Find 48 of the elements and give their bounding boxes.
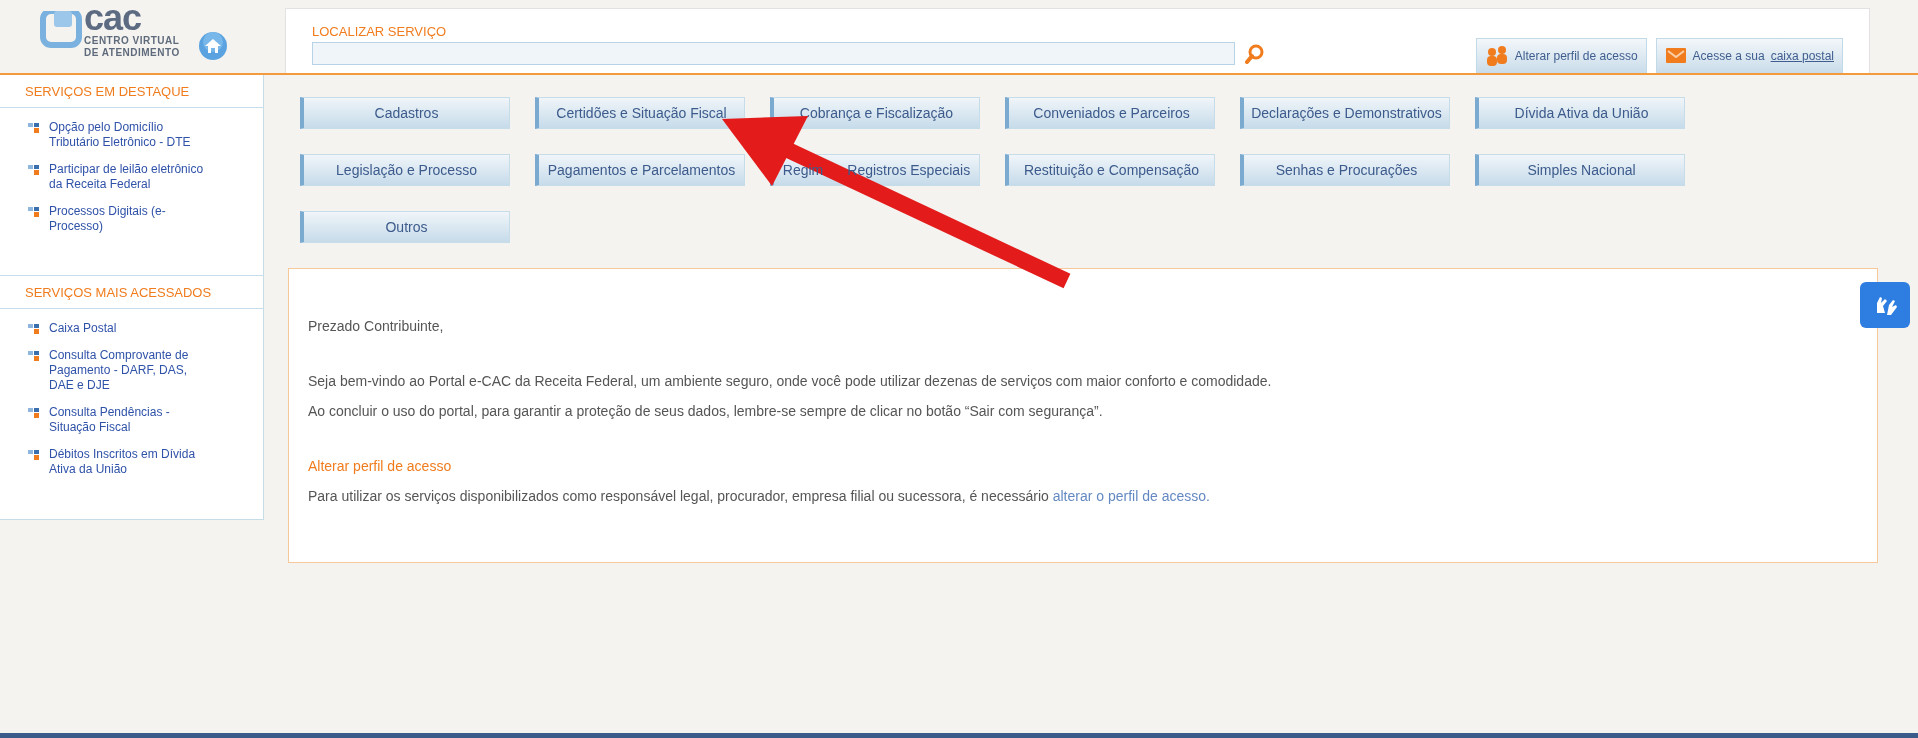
sidebar-link[interactable]: Opção pelo Domicílio Tributário Eletrônico - DTE [49,120,209,150]
mailbox-button[interactable]: Acesse a sua caixa postal [1655,38,1843,73]
mailbox-link[interactable]: caixa postal [1770,49,1834,63]
profile-button[interactable]: Alterar perfil de acesso [1475,38,1647,73]
sidebar-link[interactable]: Caixa Postal [49,321,209,336]
search-field[interactable] [312,42,1235,65]
category-button[interactable]: Cobrança e Fiscalização [770,97,980,129]
bullet-icon [27,322,41,336]
category-button[interactable]: Cadastros [300,97,510,129]
envelope-icon [1664,47,1687,65]
logo-wordmark: cac [84,5,142,31]
category-button[interactable]: Outros [300,211,510,243]
sign-language-button[interactable] [1860,282,1910,328]
home-icon[interactable] [197,31,228,61]
bullet-icon [27,448,41,462]
e-logo-icon [40,11,82,51]
category-button[interactable]: Senhas e Procurações [1240,154,1450,186]
bullet-icon [27,205,41,219]
category-button[interactable]: Certidões e Situação Fiscal [535,97,745,129]
paragraph: Para utilizar os serviços disponibilizados como responsável legal, procurador, empresa filial ou sucessora, é necessário alterar o perfil de acesso. [308,487,1211,505]
sidebar-link[interactable]: Participar de leilão eletrônico da Receita Federal [49,162,209,192]
profile-link[interactable]: alterar o perfil de acesso. [1052,488,1210,504]
sidebar-link[interactable]: Consulta Pendências - Situação Fiscal [49,405,209,435]
category-button[interactable]: Simples Nacional [1475,154,1685,186]
sidebar-link[interactable]: Débitos Inscritos em Dívida Ativa da União [49,447,209,477]
logo-tagline: DE ATENDIMENTO [84,47,180,59]
bullet-icon [27,349,41,363]
logo-tagline: CENTRO VIRTUAL [84,35,180,47]
paragraph: Seja bem-vindo ao Portal e-CAC da Receita Federal, um ambiente seguro, onde você pode utilizar dezenas de serviços com maior conforto e comodidade. [308,372,1273,390]
category-button[interactable]: Legislação e Processo [300,154,510,186]
sidebar-link[interactable]: Consulta Comprovante de Pagamento - DARF, DAS, DAE e DJE [49,348,209,393]
bullet-icon [27,406,41,420]
section-title: SERVIÇOS MAIS ACESSADOS [0,276,263,309]
category-button[interactable]: Restituição e Compensação [1005,154,1215,186]
category-button[interactable]: Pagamentos e Parcelamentos [535,154,745,186]
category-button[interactable]: Declarações e Demonstrativos [1240,97,1450,129]
section-heading: Alterar perfil de acesso [308,457,453,475]
search-label: LOCALIZAR SERVIÇO [312,24,448,39]
search-icon[interactable] [1245,43,1265,64]
category-button[interactable]: Conveniados e Parceiros [1005,97,1215,129]
section-title: SERVIÇOS EM DESTAQUE [0,75,263,108]
paragraph: Prezado Contribuinte, [308,317,445,335]
paragraph: Ao concluir o uso do portal, para garantir a proteção de seus dados, lembre-se sempre de clicar no botão “Sair com segurança”. [308,402,1104,420]
bullet-icon [27,121,41,135]
category-button[interactable]: Dívida Ativa da União [1475,97,1685,129]
sidebar-link[interactable]: Processos Digitais (e-Processo) [49,204,209,234]
people-icon [1484,45,1509,67]
bullet-icon [27,163,41,177]
